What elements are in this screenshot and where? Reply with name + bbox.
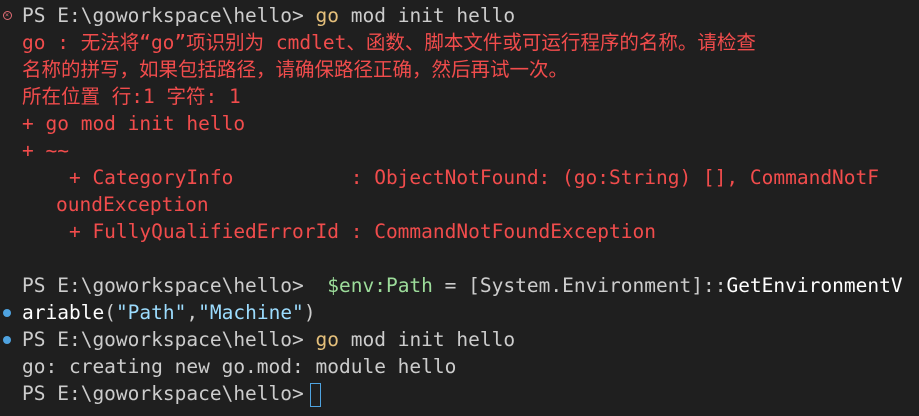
command-line-2-cont: ariable("Path","Machine"): [22, 299, 316, 326]
command-args: mod init hello: [339, 4, 516, 27]
error-line: go : 无法将“go”项识别为 cmdlet、函数、脚本文件或可运行程序的名称…: [22, 31, 756, 54]
success-status-icon[interactable]: [2, 326, 12, 353]
error-line: + ~~: [22, 139, 69, 162]
text-cursor[interactable]: [309, 382, 321, 407]
string-arg: "Path": [115, 301, 187, 324]
static-sep: ::: [702, 274, 727, 297]
error-line: + go mod init hello: [22, 112, 246, 135]
command-name: go: [315, 328, 339, 351]
method-name: ariable: [22, 301, 105, 324]
error-status-icon[interactable]: ×: [2, 2, 12, 29]
terminal-window[interactable]: × PS E:\goworkspace\hello> go mod init h…: [0, 0, 919, 416]
command-line-4[interactable]: PS E:\goworkspace\hello>: [22, 380, 321, 407]
env-variable: $env:Path: [327, 274, 433, 297]
error-line: 名称的拼写，如果包括路径，请确保路径正确，然后再试一次。: [22, 58, 569, 81]
error-line: oundException: [56, 193, 209, 216]
error-line: + CategoryInfo : ObjectNotFound: (go:Str…: [22, 166, 880, 189]
success-status-icon[interactable]: [2, 299, 12, 326]
prompt: PS E:\goworkspace\hello>: [22, 4, 304, 27]
prompt: PS E:\goworkspace\hello>: [22, 328, 304, 351]
command-line-2: PS E:\goworkspace\hello> $env:Path = [Sy…: [22, 272, 903, 299]
paren: ): [303, 301, 316, 324]
command-line-3: PS E:\goworkspace\hello> go mod init hel…: [22, 326, 515, 353]
assign-op: =: [432, 274, 469, 297]
method-name: GetEnvironmentV: [726, 274, 903, 297]
paren: (: [104, 301, 116, 324]
command-output: go: creating new go.mod: module hello: [22, 355, 457, 378]
command-args: mod init hello: [339, 328, 516, 351]
command-line-1: PS E:\goworkspace\hello> go mod init hel…: [22, 2, 515, 29]
string-arg: "Machine": [198, 301, 304, 324]
error-line: + FullyQualifiedErrorId : CommandNotFoun…: [22, 220, 656, 243]
comma: ,: [186, 301, 199, 324]
type-name: [System.Environment]: [468, 274, 703, 297]
prompt: PS E:\goworkspace\hello>: [22, 274, 304, 297]
prompt: PS E:\goworkspace\hello>: [22, 382, 304, 405]
command-name: go: [315, 4, 339, 27]
error-line: 所在位置 行:1 字符: 1: [22, 85, 241, 108]
